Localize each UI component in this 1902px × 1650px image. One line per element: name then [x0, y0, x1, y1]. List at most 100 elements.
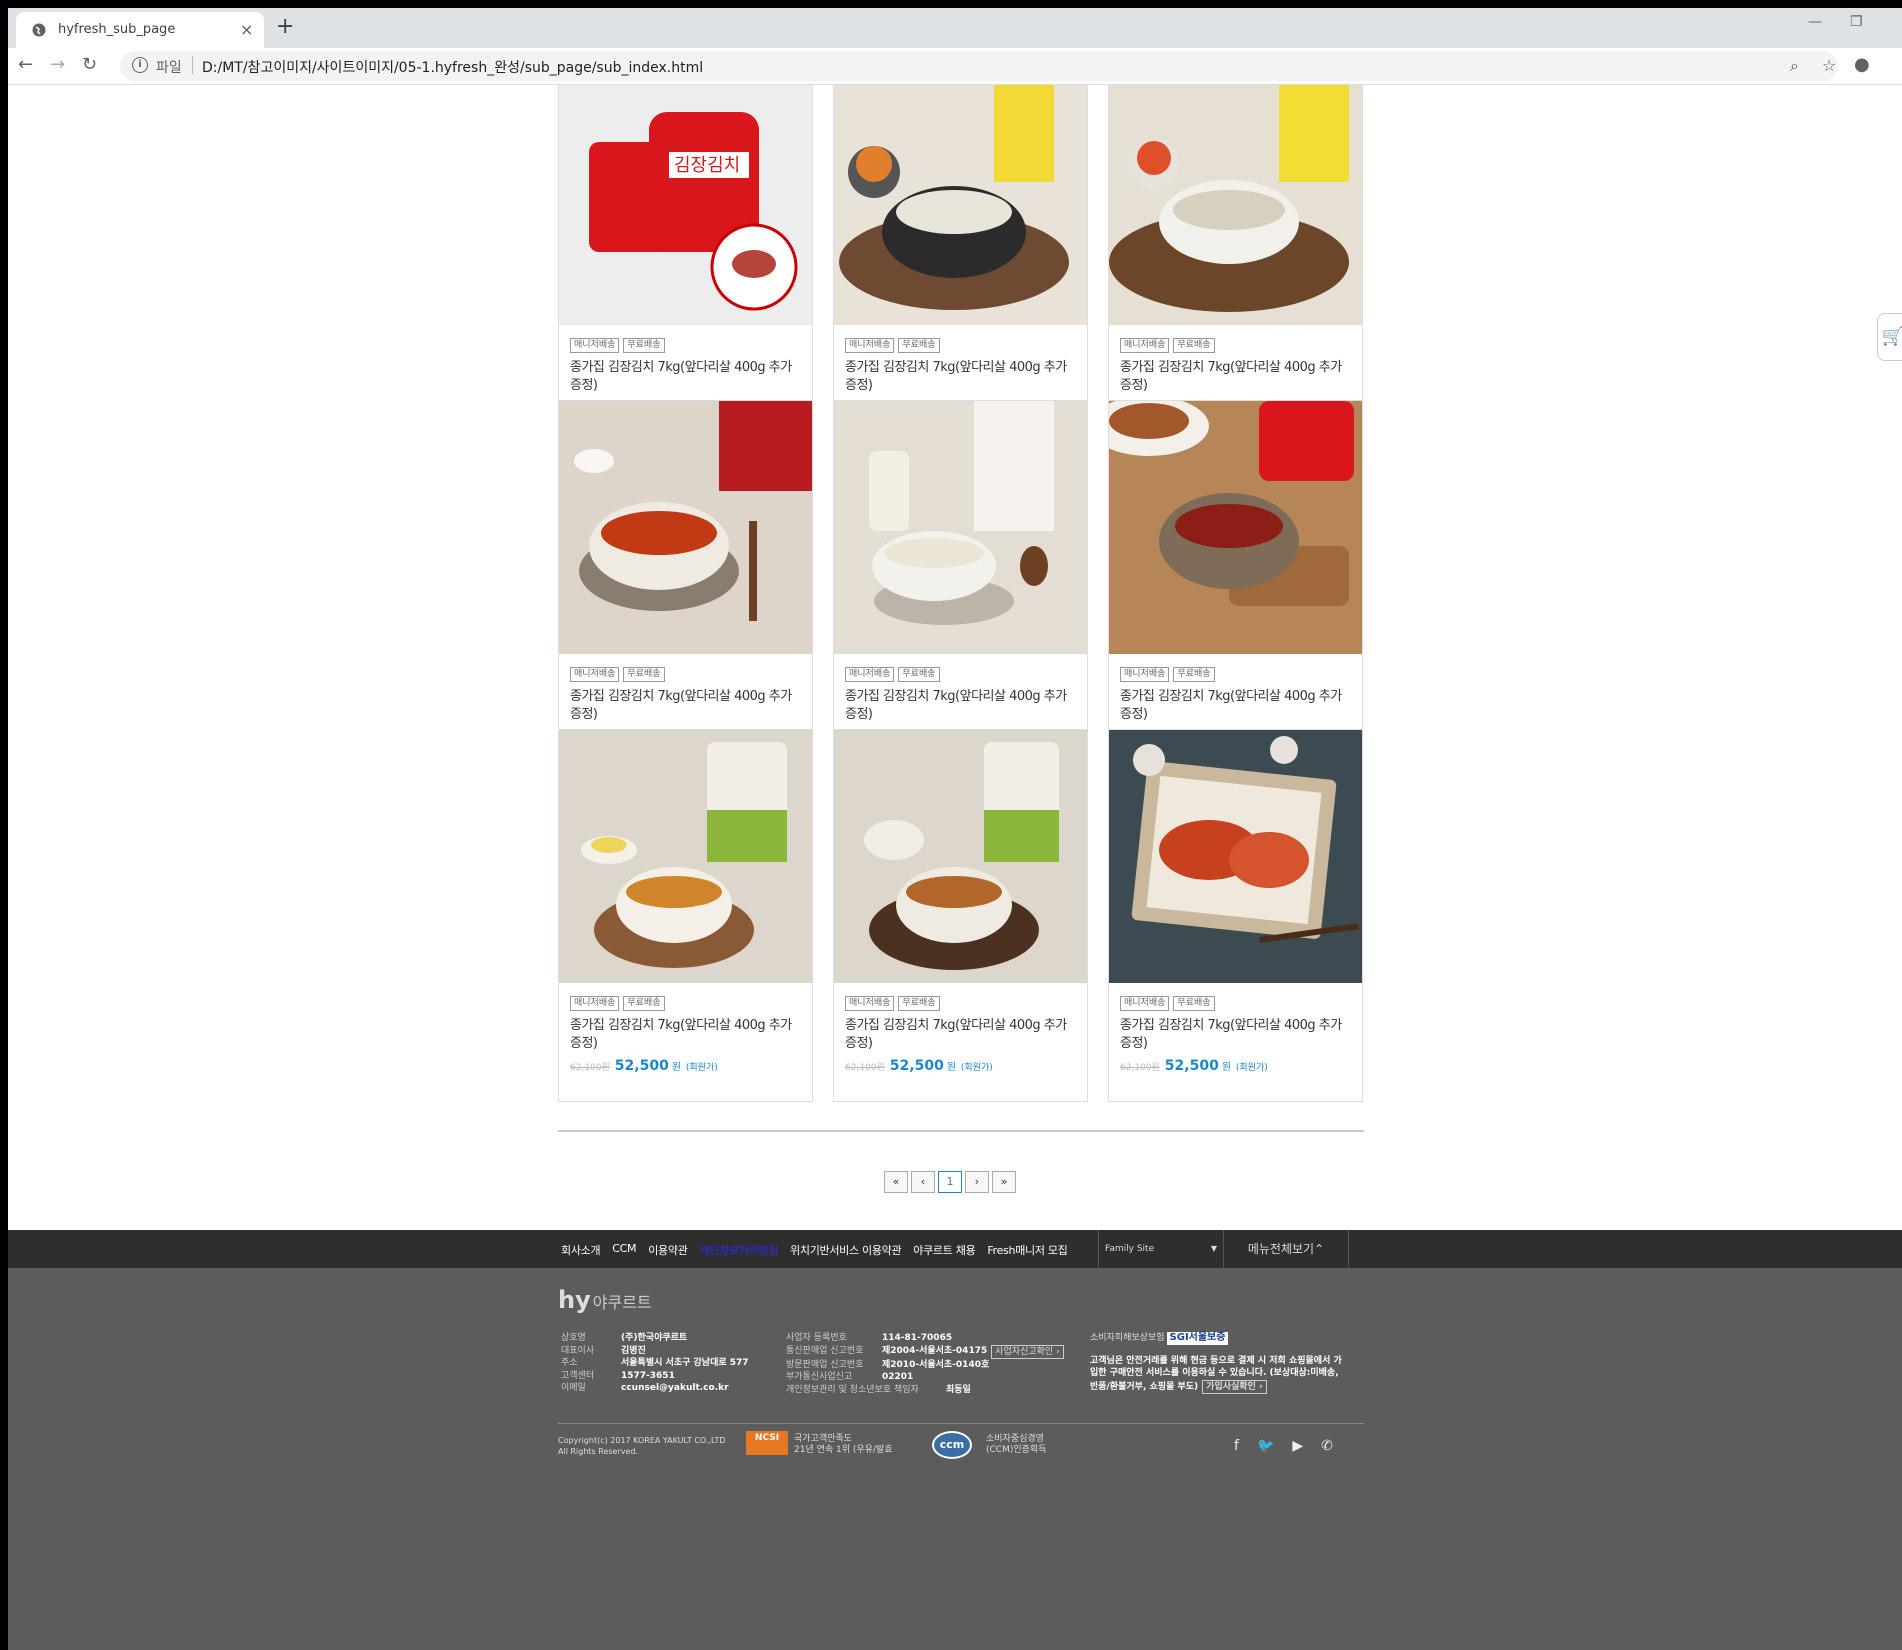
product-card[interactable]: 매니저배송무료배송 종가집 김장김치 7kg(앞다리살 400g 추가증정) 6… [1108, 400, 1363, 773]
address-bar[interactable]: i 파일 D:/MT/참고이미지/사이트이미지/05-1.hyfresh_완성/… [120, 51, 1838, 81]
profile-icon[interactable]: ● [1854, 54, 1870, 75]
social-links: f 🐦 ▶ ✆ [1234, 1438, 1333, 1454]
next-page-button[interactable]: › [965, 1171, 989, 1193]
facebook-icon[interactable]: f [1234, 1438, 1239, 1454]
product-card[interactable]: 매니저배송무료배송 종가집 김장김치 7kg(앞다리살 400g 추가증정) 6… [558, 400, 813, 773]
tag-list: 매니저배송 무료배송 [845, 338, 940, 353]
copyright-line-1: Copyright(c) 2017 KOREA YAKULT CO.,LTD [558, 1436, 726, 1445]
product-card[interactable]: 매니저배송무료배송 종가집 김장김치 7kg(앞다리살 400g 추가증정) 6… [833, 729, 1088, 1102]
tab-close-icon[interactable]: × [240, 20, 253, 39]
bookmark-star-icon[interactable]: ☆ [1822, 56, 1836, 75]
insurance-check-button[interactable]: 가입사실확인 › [1202, 1379, 1267, 1394]
all-menu-button[interactable]: 메뉴전체보기⌃ [1224, 1230, 1349, 1268]
free-shipping-tag: 무료배송 [1173, 338, 1215, 353]
family-site-select[interactable]: Family Site ▼ [1098, 1230, 1224, 1268]
tag-list: 매니저배송 무료배송 [1120, 338, 1215, 353]
insurance-text: 고객님은 안전거래를 위해 현금 등으로 결제 시 저희 쇼핑몰에서 가입한 구… [1090, 1355, 1350, 1394]
url-text[interactable]: D:/MT/참고이미지/사이트이미지/05-1.hyfresh_완성/sub_p… [202, 57, 703, 77]
prev-page-button[interactable]: ‹ [911, 1171, 935, 1193]
footer-link-ccm[interactable]: CCM [612, 1242, 636, 1258]
product-price: 62,100원 52,500원 (회원가) [1120, 1058, 1268, 1074]
restore-icon[interactable]: ❐ [1850, 14, 1863, 30]
product-name[interactable]: 종가집 김장김치 7kg(앞다리살 400g 추가증정) [570, 688, 802, 724]
product-name[interactable]: 종가집 김장김치 7kg(앞다리살 400g 추가증정) [845, 1017, 1077, 1053]
footer-link-careers[interactable]: 야쿠르트 채용 [913, 1242, 975, 1258]
product-image[interactable]: 김장김치 [559, 85, 812, 325]
free-shipping-tag: 무료배송 [898, 338, 940, 353]
info-key: 상호명 [561, 1333, 586, 1343]
info-icon[interactable]: i [132, 57, 148, 73]
forward-icon[interactable]: → [50, 54, 65, 75]
product-name[interactable]: 종가집 김장김치 7kg(앞다리살 400g 추가증정) [845, 688, 1077, 724]
company-info: 상호명 (주)한국야쿠르트 대표이사 김병진 주소 서울특별시 서초구 강남대로 57… [561, 1332, 749, 1395]
sale-price: 52,500 [889, 1058, 944, 1074]
info-key: 고객센터 [561, 1370, 595, 1381]
free-shipping-tag: 무료배송 [623, 996, 665, 1011]
browser-window: hyfresh_sub_page × + — ❐ ← → ↻ i 파일 D:/M… [8, 8, 1902, 1650]
page-number-button[interactable]: 1 [938, 1171, 962, 1193]
business-check-label: 사업자신고확인 [995, 1346, 1054, 1357]
product-name[interactable]: 종가집 김장김치 7kg(앞다리살 400g 추가증정) [1120, 1017, 1352, 1053]
all-menu-label: 메뉴전체보기 [1247, 1242, 1315, 1256]
original-price: 62,100원 [1120, 1063, 1160, 1073]
info-value: 서울특별시 서초구 강남대로 577 [621, 1358, 749, 1368]
page-content: 김장김치 매니저배송 무료배송 종가집 김장김치 7kg(앞다리살 400g 추가… [8, 85, 1902, 1650]
footer-link-privacy[interactable]: 개인정보처리방침 [700, 1242, 779, 1258]
footer-link-terms[interactable]: 이용약관 [648, 1242, 688, 1258]
delivery-tag: 매니저배송 [845, 338, 895, 353]
product-card[interactable]: 매니저배송무료배송 종가집 김장김치 7kg(앞다리살 400g 추가증정) 6… [1108, 729, 1363, 1102]
reload-icon[interactable]: ↻ [82, 54, 97, 75]
product-image[interactable] [1109, 401, 1362, 654]
youtube-icon[interactable]: ▶ [1292, 1438, 1303, 1454]
delivery-tag: 매니저배송 [570, 996, 620, 1011]
product-image[interactable] [1109, 730, 1362, 983]
twitter-icon[interactable]: 🐦 [1257, 1438, 1274, 1454]
product-card[interactable]: 매니저배송무료배송 종가집 김장김치 7kg(앞다리살 400g 추가증정) 6… [833, 85, 1088, 444]
info-value: 1577-3651 [621, 1370, 675, 1381]
copyright-line-2: All Rights Reserved. [558, 1447, 639, 1456]
minimize-icon[interactable]: — [1808, 14, 1822, 30]
tag-list: 매니저배송 무료배송 [1120, 996, 1215, 1011]
footer-logo: hy 야쿠르트 [558, 1286, 652, 1314]
product-card[interactable]: 매니저배송무료배송 종가집 김장김치 7kg(앞다리살 400g 추가증정) 6… [833, 400, 1088, 773]
product-name[interactable]: 종가집 김장김치 7kg(앞다리살 400g 추가증정) [570, 359, 802, 395]
footer-link-location-terms[interactable]: 위치기반서비스 이용약관 [790, 1242, 902, 1258]
last-page-button[interactable]: » [992, 1171, 1016, 1193]
product-card[interactable]: 김장김치 매니저배송 무료배송 종가집 김장김치 7kg(앞다리살 400g 추가… [558, 85, 813, 444]
pagination: « ‹ 1 › » [884, 1171, 1016, 1193]
footer-link-company[interactable]: 회사소개 [561, 1242, 601, 1258]
phone-icon[interactable]: ✆ [1321, 1438, 1333, 1454]
first-page-button[interactable]: « [884, 1171, 908, 1193]
product-image[interactable] [559, 730, 812, 983]
product-name[interactable]: 종가집 김장김치 7kg(앞다리살 400g 추가증정) [570, 1017, 802, 1053]
back-icon[interactable]: ← [18, 54, 33, 75]
product-image[interactable] [834, 85, 1087, 325]
product-image[interactable] [834, 730, 1087, 983]
original-price: 62,100원 [845, 1063, 885, 1073]
ncsi-line-2: 21년 연속 1위 (우유/발효 [794, 1445, 893, 1455]
product-image[interactable] [1109, 85, 1362, 325]
floating-cart-button[interactable]: 🛒 [1877, 313, 1902, 361]
logo-text: hy [558, 1286, 591, 1314]
scheme-label: 파일 [156, 60, 182, 76]
business-check-button[interactable]: 사업자신고확인 › [991, 1344, 1064, 1359]
browser-tab[interactable]: hyfresh_sub_page × [16, 12, 264, 48]
info-value: 최동일 [946, 1384, 971, 1395]
footer-divider [558, 1423, 1364, 1424]
product-name[interactable]: 종가집 김장김치 7kg(앞다리살 400g 추가증정) [1120, 359, 1352, 395]
copyright: Copyright(c) 2017 KOREA YAKULT CO.,LTD Al… [558, 1435, 725, 1457]
zoom-icon[interactable]: ⌕ [1790, 56, 1799, 76]
tab-title: hyfresh_sub_page [58, 22, 176, 37]
ccm-logo: ccm [932, 1431, 972, 1459]
product-image[interactable] [559, 401, 812, 654]
new-tab-button[interactable]: + [276, 14, 294, 39]
product-card[interactable]: 매니저배송무료배송 종가집 김장김치 7kg(앞다리살 400g 추가증정) 6… [558, 729, 813, 1102]
sale-price: 52,500 [1164, 1058, 1219, 1074]
product-name[interactable]: 종가집 김장김치 7kg(앞다리살 400g 추가증정) [845, 359, 1077, 395]
product-image[interactable] [834, 401, 1087, 654]
info-key: 주소 [561, 1358, 578, 1368]
product-card[interactable]: 매니저배송무료배송 종가집 김장김치 7kg(앞다리살 400g 추가증정) 6… [1108, 85, 1363, 444]
product-name[interactable]: 종가집 김장김치 7kg(앞다리살 400g 추가증정) [1120, 688, 1352, 724]
footer-link-manager-recruit[interactable]: Fresh매니저 모집 [987, 1242, 1067, 1258]
footer-nav: 회사소개 CCM 이용약관 개인정보처리방침 위치기반서비스 이용약관 야쿠르트… [8, 1230, 1902, 1268]
